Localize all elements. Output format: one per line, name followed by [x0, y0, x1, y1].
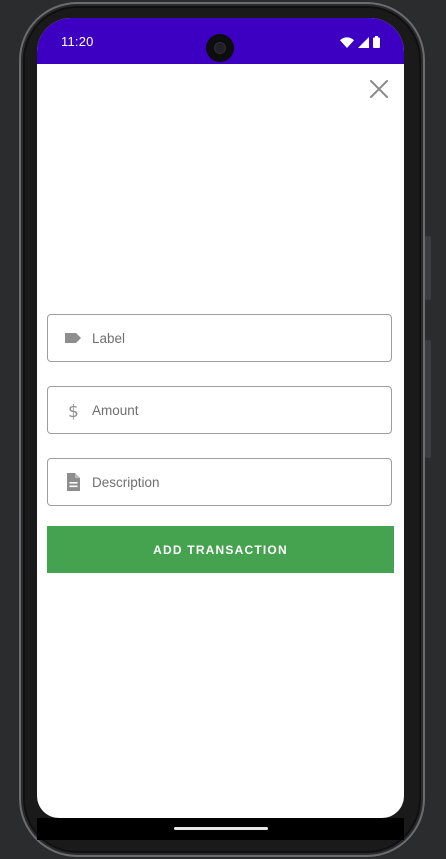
wifi-icon: [340, 36, 354, 48]
label-field[interactable]: [47, 314, 392, 362]
amount-field[interactable]: $: [47, 386, 392, 434]
front-camera: [206, 34, 234, 62]
description-input[interactable]: [92, 459, 382, 505]
home-indicator[interactable]: [174, 827, 268, 830]
document-icon: [67, 473, 80, 491]
add-transaction-button[interactable]: ADD TRANSACTION: [47, 526, 394, 573]
dollar-icon: $: [68, 402, 79, 421]
navigation-bar: [37, 818, 404, 840]
status-time: 11:20: [61, 34, 94, 49]
battery-icon: [373, 36, 380, 48]
svg-text:$: $: [68, 402, 79, 421]
amount-input[interactable]: [92, 387, 382, 433]
description-field[interactable]: [47, 458, 392, 506]
status-bar: 11:20: [37, 18, 404, 64]
volume-button: [425, 236, 431, 300]
close-icon: [370, 80, 388, 98]
power-button: [425, 340, 431, 458]
close-button[interactable]: [368, 78, 390, 100]
app-screen: 11:20 $: [37, 18, 404, 818]
label-tag-icon: [65, 333, 81, 343]
cell-signal-icon: [358, 36, 369, 48]
status-icons: [340, 36, 380, 48]
label-input[interactable]: [92, 315, 382, 361]
